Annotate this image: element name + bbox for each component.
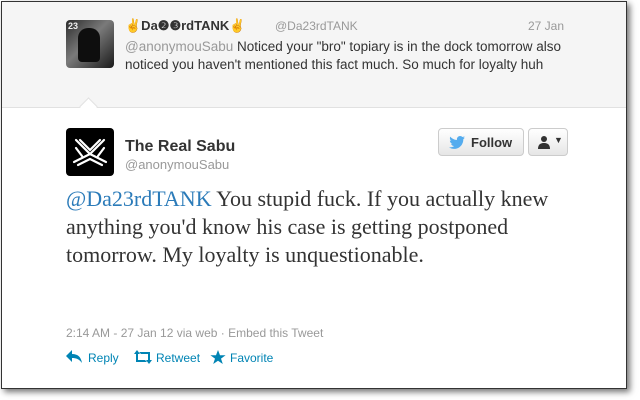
meta-separator: ·: [217, 326, 229, 340]
parent-handle[interactable]: @Da23rdTANK: [275, 19, 358, 33]
twitter-bird-icon: [449, 136, 465, 149]
tweet-text: @Da23rdTANK You stupid fuck. If you actu…: [66, 185, 576, 269]
star-icon: [210, 350, 226, 364]
sabu-logo-icon: [72, 138, 108, 167]
parent-date[interactable]: 27 Jan: [528, 19, 564, 33]
parent-display-name[interactable]: ✌Da❷❸rdTANK✌: [125, 18, 245, 34]
reply-label: Reply: [88, 351, 119, 365]
follow-button[interactable]: Follow: [438, 128, 524, 156]
caret-down-icon: ▼: [554, 135, 563, 145]
user-actions-button[interactable]: ▼: [528, 128, 568, 156]
reply-icon: [66, 350, 82, 363]
tweet-meta: 2:14 AM - 27 Jan 12 via web · Embed this…: [66, 326, 323, 340]
avatar-figure: [78, 28, 100, 62]
tweet-mention[interactable]: @Da23rdTANK: [66, 186, 212, 211]
retweet-icon: [134, 350, 152, 364]
tweet-timestamp[interactable]: 2:14 AM - 27 Jan 12 via web: [66, 326, 217, 340]
reply-button[interactable]: Reply: [66, 349, 126, 367]
avatar-label: 23: [68, 21, 79, 31]
retweet-button[interactable]: Retweet: [134, 349, 214, 367]
parent-avatar[interactable]: 23: [66, 20, 114, 68]
tweet-embed-card: 23 ✌Da❷❸rdTANK✌ @Da23rdTANK 27 Jan @anon…: [1, 1, 627, 389]
parent-mention[interactable]: @anonymouSabu: [125, 39, 233, 54]
tweet-handle[interactable]: @anonymouSabu: [125, 157, 229, 172]
tweet-display-name[interactable]: The Real Sabu: [125, 138, 235, 156]
favorite-label: Favorite: [230, 351, 274, 365]
parent-tweet[interactable]: 23 ✌Da❷❸rdTANK✌ @Da23rdTANK 27 Jan @anon…: [2, 2, 626, 108]
favorite-button[interactable]: Favorite: [210, 349, 290, 367]
embed-link[interactable]: Embed this Tweet: [228, 326, 323, 340]
user-icon: [538, 136, 550, 149]
retweet-label: Retweet: [156, 351, 201, 365]
parent-tweet-text: @anonymouSabu Noticed your "bro" topiary…: [125, 38, 585, 74]
follow-label: Follow: [471, 135, 513, 150]
tweet-avatar[interactable]: [66, 128, 114, 176]
